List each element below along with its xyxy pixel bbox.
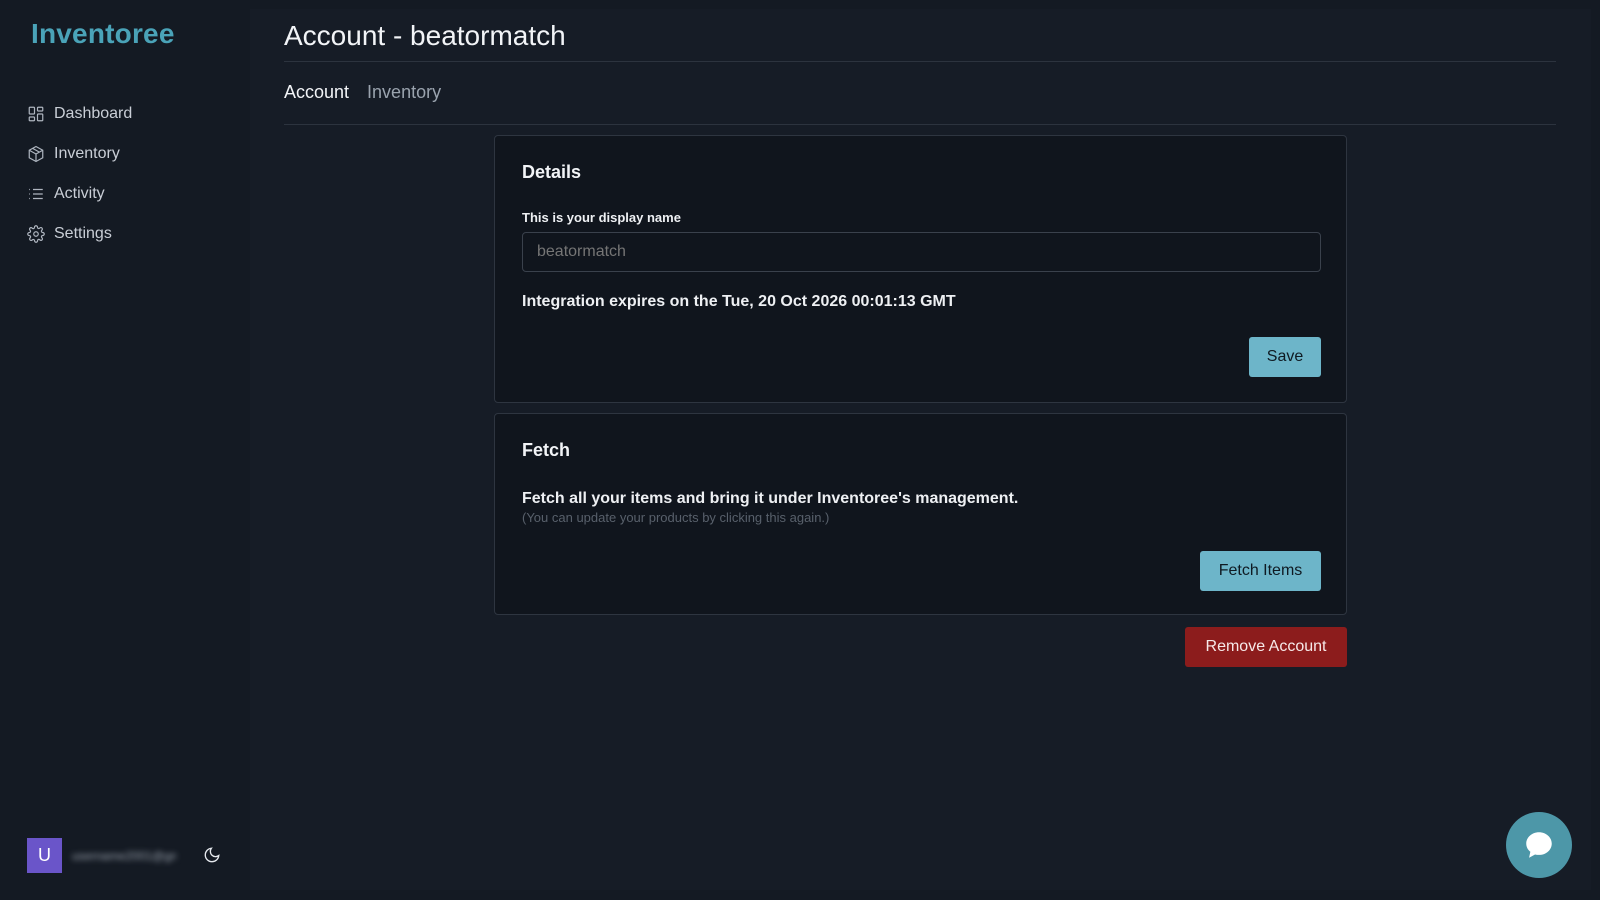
- tab-inventory[interactable]: Inventory: [367, 82, 441, 103]
- sidebar-item-label: Settings: [54, 225, 112, 242]
- dashboard-icon: [27, 105, 45, 123]
- sidebar-item-label: Activity: [54, 185, 105, 202]
- avatar[interactable]: U: [27, 838, 62, 873]
- tab-bar: Account Inventory: [284, 82, 441, 103]
- save-button[interactable]: Save: [1249, 337, 1321, 377]
- box-icon: [27, 145, 45, 163]
- header-divider: [284, 61, 1556, 62]
- chat-launcher-button[interactable]: [1506, 812, 1572, 878]
- fetch-items-button[interactable]: Fetch Items: [1200, 551, 1321, 591]
- user-email: username2001@gmail.com: [72, 848, 176, 863]
- tabs-divider: [284, 124, 1556, 125]
- display-name-label: This is your display name: [522, 210, 681, 225]
- theme-toggle-button[interactable]: [203, 846, 223, 866]
- moon-icon: [204, 847, 220, 863]
- sidebar-item-dashboard[interactable]: Dashboard: [27, 94, 132, 134]
- gear-icon: [27, 225, 45, 243]
- fetch-hint: (You can update your products by clickin…: [522, 510, 830, 525]
- chat-icon: [1526, 832, 1552, 858]
- fetch-title: Fetch: [522, 440, 571, 460]
- sidebar-item-settings[interactable]: Settings: [27, 214, 132, 254]
- sidebar-item-inventory[interactable]: Inventory: [27, 134, 132, 174]
- fetch-description: Fetch all your items and bring it under …: [522, 490, 1019, 507]
- sidebar: Inventoree Dashboard Inventory Activity: [0, 0, 250, 900]
- list-icon: [27, 185, 45, 203]
- page-title: Account - beatormatch: [284, 20, 566, 51]
- app-root: Inventoree Dashboard Inventory Activity: [0, 0, 1600, 900]
- integration-expiry-text: Integration expires on the Tue, 20 Oct 2…: [522, 293, 956, 310]
- sidebar-item-label: Dashboard: [54, 105, 133, 122]
- main-content: Account - beatormatch Account Inventory …: [250, 9, 1591, 890]
- remove-account-button[interactable]: Remove Account: [1185, 627, 1347, 667]
- fetch-card: Fetch Fetch all your items and bring it …: [494, 413, 1347, 615]
- details-card: Details This is your display name Integr…: [494, 135, 1347, 403]
- sidebar-item-activity[interactable]: Activity: [27, 174, 132, 214]
- user-bar: U username2001@gmail.com: [27, 838, 220, 873]
- app-logo[interactable]: Inventoree: [31, 18, 175, 50]
- sidebar-nav: Dashboard Inventory Activity Settings: [27, 94, 132, 254]
- details-title: Details: [522, 162, 582, 182]
- display-name-input[interactable]: [522, 232, 1321, 272]
- tab-account[interactable]: Account: [284, 82, 349, 103]
- sidebar-item-label: Inventory: [54, 145, 120, 162]
